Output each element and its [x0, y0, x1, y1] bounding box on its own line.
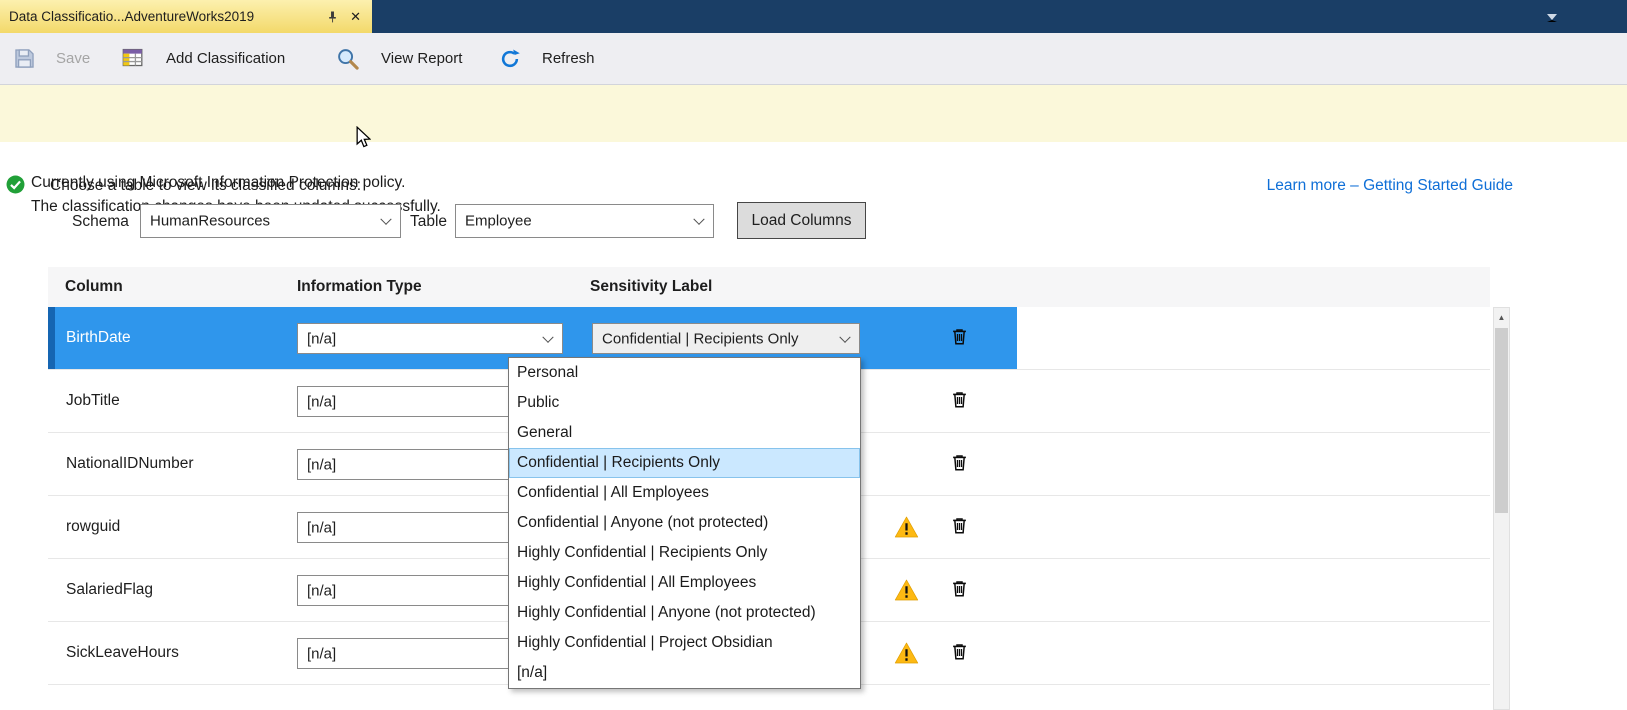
grid-header-row: Column Information Type Sensitivity Labe… — [48, 267, 1490, 307]
schema-label: Schema — [72, 213, 129, 231]
save-icon — [14, 48, 35, 69]
grid-header-sensitivity-label: Sensitivity Label — [590, 278, 712, 296]
view-report-label: View Report — [381, 50, 462, 67]
dropdown-item-selected[interactable]: Confidential | Recipients Only — [509, 448, 860, 478]
choose-table-label: Choose a table to view its classified co… — [50, 177, 361, 195]
document-tab-strip: Data Classificatio...AdventureWorks2019 … — [0, 0, 1627, 33]
trash-icon — [951, 516, 968, 536]
grid-header-information-type: Information Type — [297, 278, 422, 296]
add-classification-icon — [122, 47, 145, 70]
column-name: BirthDate — [66, 329, 131, 347]
refresh-icon — [499, 48, 521, 70]
trash-icon — [951, 579, 968, 599]
column-name: JobTitle — [66, 392, 120, 410]
mouse-cursor — [356, 126, 371, 148]
table-value: Employee — [465, 213, 532, 230]
add-classification-label: Add Classification — [166, 50, 285, 67]
delete-classification-button[interactable] — [949, 388, 970, 415]
status-bar: Currently using Microsoft Information Pr… — [0, 85, 1627, 142]
column-name: rowguid — [66, 518, 120, 536]
trash-icon — [951, 390, 968, 410]
dropdown-item[interactable]: General — [509, 418, 860, 448]
chevron-down-icon — [693, 214, 704, 225]
sensitivity-label-select[interactable]: Confidential | Recipients Only — [592, 323, 860, 354]
dropdown-item[interactable]: Highly Confidential | Project Obsidian — [509, 628, 860, 658]
trash-icon — [951, 327, 968, 347]
data-classification-window: Data Classificatio...AdventureWorks2019 … — [0, 0, 1627, 710]
chevron-down-icon — [839, 331, 850, 342]
tab-data-classification[interactable]: Data Classificatio...AdventureWorks2019 … — [0, 0, 372, 33]
refresh-button[interactable]: Refresh — [491, 33, 603, 84]
information-type-value: [n/a] — [307, 519, 336, 536]
column-name: SickLeaveHours — [66, 644, 179, 662]
warning-icon — [894, 642, 919, 665]
learn-more-link[interactable]: Learn more – Getting Started Guide — [1267, 177, 1513, 195]
information-type-value: [n/a] — [307, 393, 336, 410]
scroll-up-icon[interactable]: ▲ — [1494, 308, 1509, 326]
vertical-scrollbar[interactable]: ▲ — [1493, 307, 1510, 710]
success-check-icon — [6, 175, 25, 194]
delete-classification-button[interactable] — [949, 577, 970, 604]
trash-icon — [951, 453, 968, 473]
trash-icon — [951, 642, 968, 662]
warning-icon — [894, 579, 919, 602]
view-report-button[interactable]: View Report — [328, 33, 470, 84]
information-type-select[interactable]: [n/a] — [297, 323, 563, 354]
refresh-label: Refresh — [542, 50, 595, 67]
tab-overflow-chevron-icon[interactable] — [1547, 14, 1557, 22]
warning-icon — [894, 516, 919, 539]
dropdown-item[interactable]: Personal — [509, 358, 860, 388]
toolbar: Save Add Classification View Report — [0, 33, 1627, 85]
dropdown-item[interactable]: Highly Confidential | Anyone (not protec… — [509, 598, 860, 628]
pin-icon[interactable] — [325, 9, 340, 25]
scrollbar-thumb[interactable] — [1495, 328, 1508, 513]
dropdown-item[interactable]: Public — [509, 388, 860, 418]
grid-header-column: Column — [65, 278, 123, 296]
information-type-value: [n/a] — [307, 645, 336, 662]
column-name: NationalIDNumber — [66, 455, 194, 473]
dropdown-item[interactable]: Highly Confidential | Recipients Only — [509, 538, 860, 568]
information-type-value: [n/a] — [307, 456, 336, 473]
dropdown-item[interactable]: Confidential | All Employees — [509, 478, 860, 508]
schema-value: HumanResources — [150, 213, 270, 230]
dropdown-item[interactable]: [n/a] — [509, 658, 860, 688]
magnifier-icon — [336, 47, 360, 71]
close-icon[interactable]: ✕ — [348, 8, 363, 26]
load-columns-button[interactable]: Load Columns — [737, 202, 866, 239]
table-select[interactable]: Employee — [455, 204, 714, 238]
pin-icon — [327, 10, 338, 24]
add-classification-button[interactable]: Add Classification — [114, 33, 293, 84]
information-type-value: [n/a] — [307, 330, 336, 347]
column-name: SalariedFlag — [66, 581, 153, 599]
schema-select[interactable]: HumanResources — [140, 204, 401, 238]
save-button[interactable]: Save — [6, 33, 98, 84]
delete-classification-button[interactable] — [949, 325, 970, 352]
sensitivity-label-dropdown: Personal Public General Confidential | R… — [508, 357, 861, 689]
tab-title: Data Classificatio...AdventureWorks2019 — [9, 9, 317, 24]
delete-classification-button[interactable] — [949, 640, 970, 667]
chevron-down-icon — [380, 214, 391, 225]
delete-classification-button[interactable] — [949, 514, 970, 541]
table-label: Table — [410, 213, 447, 231]
save-label: Save — [56, 50, 90, 67]
chevron-down-icon — [542, 331, 553, 342]
dropdown-item[interactable]: Confidential | Anyone (not protected) — [509, 508, 860, 538]
sensitivity-label-value: Confidential | Recipients Only — [602, 330, 799, 347]
dropdown-item[interactable]: Highly Confidential | All Employees — [509, 568, 860, 598]
information-type-value: [n/a] — [307, 582, 336, 599]
delete-classification-button[interactable] — [949, 451, 970, 478]
